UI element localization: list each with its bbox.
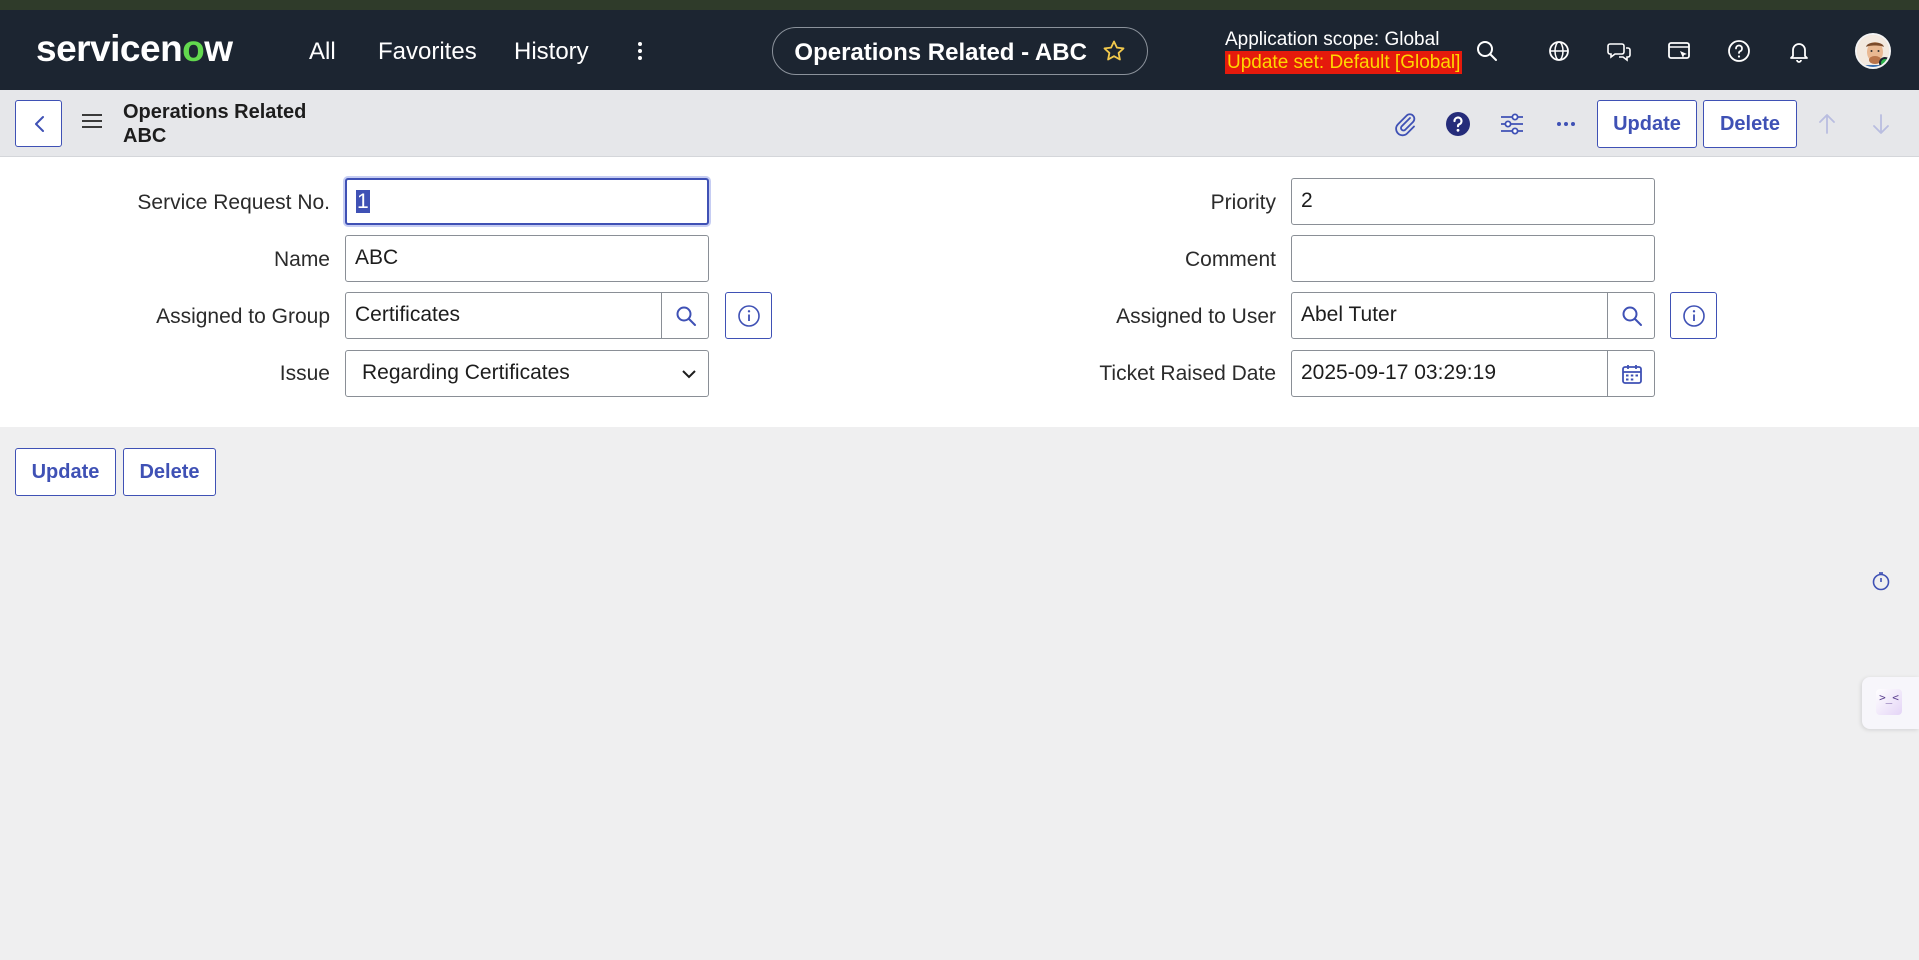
service-request-no-input[interactable]: 1 <box>345 178 709 225</box>
timer-icon[interactable] <box>1871 571 1891 591</box>
form-header: Operations Related ABC Update Delete <box>0 90 1919 157</box>
issue-selected-value: Regarding Certificates <box>362 361 570 384</box>
hamburger-menu-icon[interactable] <box>82 114 102 132</box>
assigned-group-info-button[interactable] <box>725 292 772 339</box>
globe-icon[interactable] <box>1546 38 1572 64</box>
bell-icon[interactable] <box>1786 38 1812 64</box>
previous-record-arrow-icon[interactable] <box>1813 110 1841 138</box>
help-icon[interactable] <box>1726 38 1752 64</box>
more-options-icon[interactable] <box>1552 110 1580 138</box>
info-icon <box>1683 305 1705 327</box>
nav-favorites[interactable]: Favorites <box>378 38 477 66</box>
user-avatar[interactable] <box>1855 33 1891 69</box>
bottom-delete-button[interactable]: Delete <box>123 448 216 496</box>
delete-button[interactable]: Delete <box>1703 100 1797 148</box>
chat-icon[interactable] <box>1606 38 1632 64</box>
assigned-user-info-button[interactable] <box>1670 292 1717 339</box>
priority-label: Priority <box>1210 191 1276 214</box>
scope-label: Application scope: Global <box>1225 29 1440 50</box>
contextual-help-icon[interactable] <box>1444 110 1472 138</box>
calendar-icon <box>1622 365 1642 384</box>
date-picker-button[interactable] <box>1608 350 1655 397</box>
assigned-user-label: Assigned to User <box>1116 305 1276 328</box>
global-header: servicenow All Favorites History Operati… <box>0 10 1919 90</box>
ticket-raised-date-label: Ticket Raised Date <box>1099 362 1276 385</box>
search-icon[interactable] <box>1474 38 1500 64</box>
form-body: Service Request No. 1 Name ABC Assigned … <box>0 157 1919 427</box>
application-scope[interactable]: Application scope: Global Update set: De… <box>1225 28 1463 74</box>
assistant-icon: >_< <box>1876 689 1902 715</box>
record-title: Operations Related - ABC <box>794 39 1087 66</box>
more-menu-icon[interactable] <box>634 40 646 70</box>
assigned-group-input[interactable]: Certificates <box>345 292 662 339</box>
record-title-pill[interactable]: Operations Related - ABC <box>772 27 1148 75</box>
assigned-user-input[interactable]: Abel Tuter <box>1291 292 1608 339</box>
update-set-badge[interactable]: Update set: Default [Global] <box>1225 51 1463 74</box>
issue-label: Issue <box>279 362 330 385</box>
assigned-user-lookup-button[interactable] <box>1608 292 1655 339</box>
servicenow-logo[interactable]: servicenow <box>36 28 233 70</box>
form-title: Operations Related ABC <box>123 100 306 148</box>
assigned-group-label: Assigned to Group <box>156 305 330 328</box>
online-status-dot <box>1879 57 1889 67</box>
nav-all[interactable]: All <box>309 38 336 66</box>
assigned-group-lookup-button[interactable] <box>662 292 709 339</box>
next-record-arrow-icon[interactable] <box>1867 110 1895 138</box>
form-title-table: Operations Related <box>123 101 307 123</box>
browser-top-strip <box>0 0 1919 10</box>
chevron-down-icon <box>682 370 696 379</box>
form-title-record: ABC <box>123 125 167 147</box>
paperclip-icon[interactable] <box>1391 110 1419 138</box>
name-label: Name <box>273 248 330 271</box>
comment-input[interactable] <box>1291 235 1655 282</box>
update-button[interactable]: Update <box>1597 100 1697 148</box>
favorite-star-icon[interactable] <box>1102 39 1126 63</box>
ticket-raised-date-input[interactable]: 2025-09-17 03:29:19 <box>1291 350 1608 397</box>
service-request-no-label: Service Request No. <box>137 191 330 214</box>
back-button[interactable] <box>15 100 62 147</box>
personalize-sliders-icon[interactable] <box>1498 110 1526 138</box>
info-icon <box>738 305 760 327</box>
search-icon <box>676 306 696 326</box>
chevron-left-icon <box>35 116 44 132</box>
priority-input[interactable]: 2 <box>1291 178 1655 225</box>
bottom-update-button[interactable]: Update <box>15 448 116 496</box>
name-input[interactable]: ABC <box>345 235 709 282</box>
search-icon <box>1622 306 1642 326</box>
issue-select[interactable]: Regarding Certificates <box>345 350 709 397</box>
now-assist-panel-tab[interactable]: >_< <box>1862 677 1919 729</box>
screen-share-icon[interactable] <box>1666 38 1692 64</box>
nav-history[interactable]: History <box>514 38 589 66</box>
comment-label: Comment <box>1184 248 1276 271</box>
